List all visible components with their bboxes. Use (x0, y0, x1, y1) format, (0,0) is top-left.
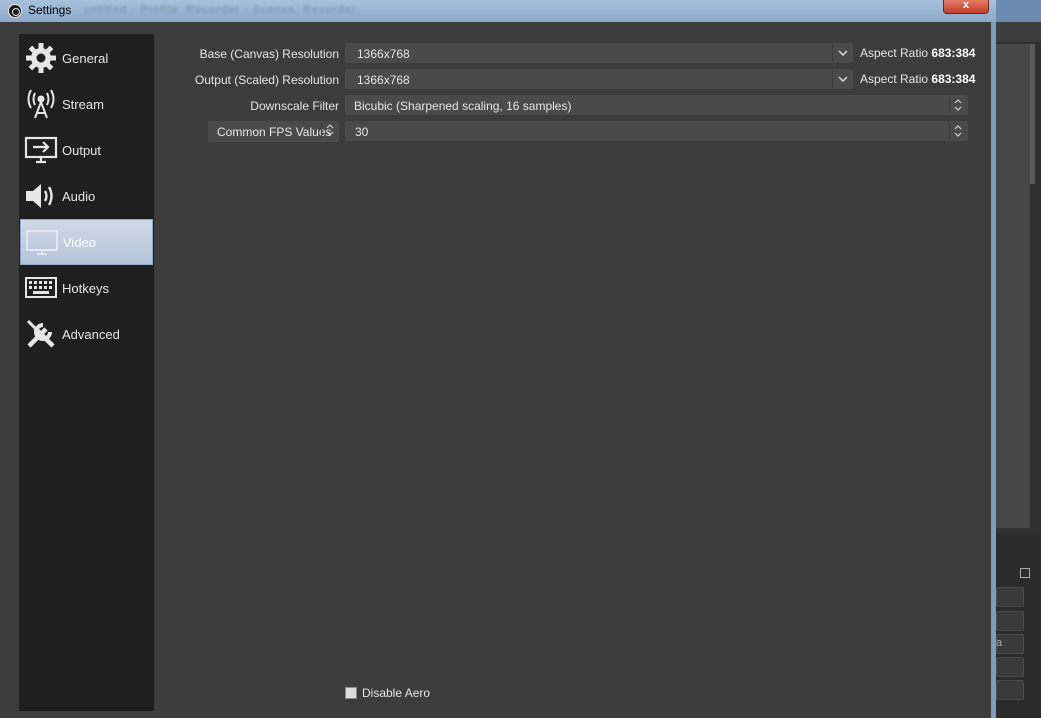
background-scrollbar (1030, 44, 1035, 184)
output-resolution-label: Output (Scaled) Resolution (194, 73, 339, 87)
fps-type-combo[interactable]: Common FPS Values (208, 121, 339, 142)
sidebar-item-video[interactable]: Video (20, 219, 153, 265)
sidebar-item-output[interactable]: Output (20, 127, 153, 173)
sidebar-item-label: Output (62, 142, 102, 158)
monitor-output-icon (23, 132, 59, 168)
sidebar-item-label: Audio (62, 188, 96, 204)
aspect-ratio-label: Aspect Ratio (860, 46, 929, 60)
base-aspect-ratio: Aspect Ratio 683:384 (860, 46, 975, 60)
downscale-filter-combo[interactable]: Bicubic (Sharpened scaling, 16 samples) (345, 95, 968, 115)
downscale-filter-label: Downscale Filter (250, 99, 339, 113)
background-list-row (996, 680, 1024, 700)
sidebar-item-audio[interactable]: Audio (20, 173, 153, 219)
chevron-down-icon[interactable] (832, 70, 852, 88)
tools-icon (23, 316, 59, 352)
fps-type-value: Common FPS Values (217, 125, 332, 139)
background-list-row (996, 587, 1024, 607)
background-window: a (990, 0, 1041, 718)
monitor-icon (24, 224, 60, 260)
sidebar-item-stream[interactable]: Stream (20, 81, 153, 127)
fps-value-combo[interactable]: 30 (345, 121, 968, 141)
sidebar-item-label: Stream (62, 96, 104, 112)
background-list-row (996, 611, 1024, 631)
background-undock-icon (1020, 568, 1030, 578)
up-down-arrows-icon[interactable] (949, 97, 965, 113)
sidebar-item-general[interactable]: General (20, 35, 153, 81)
window-subtitle: untitled - Profile: Recorder - Scenes: R… (84, 4, 357, 16)
close-button[interactable]: x (943, 0, 989, 14)
speaker-icon (23, 178, 59, 214)
aspect-ratio-label: Aspect Ratio (860, 72, 929, 86)
base-resolution-value: 1366x768 (357, 47, 410, 61)
window-title: Settings (28, 3, 72, 17)
gear-icon (23, 40, 59, 76)
background-list-row (996, 657, 1024, 677)
up-down-arrows-icon[interactable] (949, 123, 965, 139)
base-resolution-combo[interactable]: 1366x768 (345, 43, 853, 63)
background-titlebar (990, 0, 1041, 22)
disable-aero-checkbox[interactable] (345, 687, 357, 699)
fps-value: 30 (355, 125, 369, 139)
keyboard-icon (23, 270, 59, 306)
output-aspect-ratio: Aspect Ratio 683:384 (860, 72, 975, 86)
titlebar[interactable]: Settings untitled - Profile: Recorder - … (0, 0, 996, 22)
output-resolution-value: 1366x768 (357, 73, 410, 87)
sidebar-item-label: Hotkeys (62, 280, 109, 296)
disable-aero-label: Disable Aero (362, 686, 431, 700)
aspect-ratio-value: 683:384 (931, 72, 976, 86)
downscale-filter-value: Bicubic (Sharpened scaling, 16 samples) (354, 99, 572, 113)
antenna-icon (23, 86, 59, 122)
sidebar-item-label: Video (63, 234, 97, 250)
up-down-arrows-icon[interactable] (321, 122, 337, 138)
disable-aero-row[interactable]: Disable Aero (345, 686, 430, 700)
background-toolbar (996, 22, 1041, 42)
base-resolution-label: Base (Canvas) Resolution (199, 47, 339, 61)
sidebar-item-advanced[interactable]: Advanced (20, 311, 153, 357)
settings-dialog: Settings untitled - Profile: Recorder - … (0, 0, 996, 718)
background-preview-panel (996, 44, 1030, 528)
background-partial-text: a (996, 637, 1003, 649)
aspect-ratio-value: 683:384 (931, 46, 976, 60)
sidebar-item-label: General (62, 50, 109, 66)
settings-sidebar: General Stream Output Audio Video Hotkey… (19, 34, 154, 711)
chevron-down-icon[interactable] (832, 44, 852, 62)
sidebar-item-hotkeys[interactable]: Hotkeys (20, 265, 153, 311)
output-resolution-combo[interactable]: 1366x768 (345, 69, 853, 89)
obs-app-icon (8, 4, 22, 18)
sidebar-item-label: Advanced (62, 326, 120, 342)
